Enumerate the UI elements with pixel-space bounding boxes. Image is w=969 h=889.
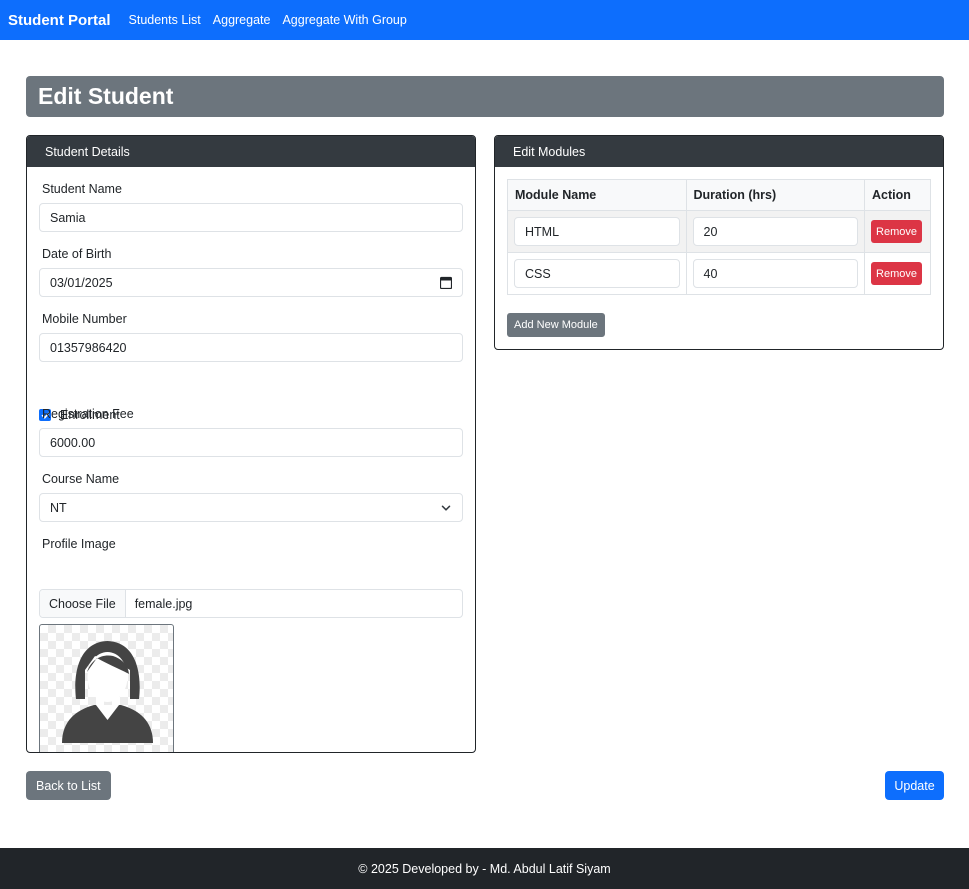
back-to-list-button[interactable]: Back to List (26, 771, 111, 800)
profile-image-input[interactable]: Choose File female.jpg (39, 589, 463, 618)
mobile-label: Mobile Number (42, 312, 127, 326)
student-name-input[interactable]: Samia (39, 203, 463, 232)
table-row: CSS 40 Remove (507, 252, 931, 295)
edit-modules-header: Edit Modules (495, 136, 943, 167)
calendar-icon[interactable] (440, 276, 452, 289)
nav-link-aggregate-with-group[interactable]: Aggregate With Group (282, 13, 406, 27)
navbar: Student Portal Students List Aggregate A… (0, 0, 969, 40)
fee-label: Registration Fee (42, 407, 134, 421)
module-name-input[interactable]: HTML (514, 217, 680, 246)
remove-module-button[interactable]: Remove (871, 220, 922, 243)
student-details-header: Student Details (27, 136, 475, 167)
course-select[interactable]: NT (39, 493, 463, 522)
module-name-value: CSS (525, 266, 551, 281)
nav-link-aggregate[interactable]: Aggregate (213, 13, 271, 27)
edit-modules-card: Edit Modules Module Name Duration (hrs) … (494, 135, 944, 350)
file-name: female.jpg (134, 596, 193, 611)
course-label: Course Name (42, 472, 120, 486)
column-header-module-name: Module Name (507, 179, 687, 211)
column-header-action: Action (864, 179, 931, 211)
choose-file-button[interactable]: Choose File (40, 590, 126, 617)
chevron-down-icon (441, 505, 451, 511)
column-header-duration: Duration (hrs) (685, 179, 865, 211)
student-name-label: Student Name (42, 182, 122, 196)
module-duration-input[interactable]: 20 (692, 217, 858, 246)
dob-label: Date of Birth (42, 247, 112, 261)
update-button[interactable]: Update (885, 771, 944, 800)
mobile-value: 01357986420 (50, 340, 127, 355)
student-name-value: Samia (50, 210, 86, 225)
table-row: HTML 20 Remove (507, 210, 931, 253)
fee-value: 6000.00 (50, 435, 96, 450)
add-module-button[interactable]: Add New Module (507, 313, 605, 337)
student-details-card: Student Details Student Name Samia Date … (26, 135, 476, 753)
female-avatar-icon (62, 641, 153, 743)
profile-image-preview (39, 624, 174, 752)
nav-link-students-list[interactable]: Students List (129, 13, 201, 27)
modules-table: Module Name Duration (hrs) Action HTML 2… (507, 179, 931, 295)
module-duration-input[interactable]: 40 (692, 259, 858, 288)
course-value: NT (50, 500, 67, 515)
module-duration-value: 40 (703, 266, 718, 281)
footer: © 2025 Developed by - Md. Abdul Latif Si… (0, 848, 969, 889)
brand-link[interactable]: Student Portal (8, 12, 111, 29)
module-duration-value: 20 (703, 224, 718, 239)
dob-input[interactable]: 03/01/2025 (39, 268, 463, 297)
profile-image-label: Profile Image (42, 537, 116, 551)
modules-table-header-row: Module Name Duration (hrs) Action (507, 179, 931, 211)
page-title: Edit Student (26, 76, 944, 117)
module-name-value: HTML (525, 224, 560, 239)
dob-value: 03/01/2025 (50, 275, 113, 290)
module-name-input[interactable]: CSS (514, 259, 680, 288)
remove-module-button[interactable]: Remove (871, 262, 922, 285)
fee-input[interactable]: 6000.00 (39, 428, 463, 457)
mobile-input[interactable]: 01357986420 (39, 333, 463, 362)
